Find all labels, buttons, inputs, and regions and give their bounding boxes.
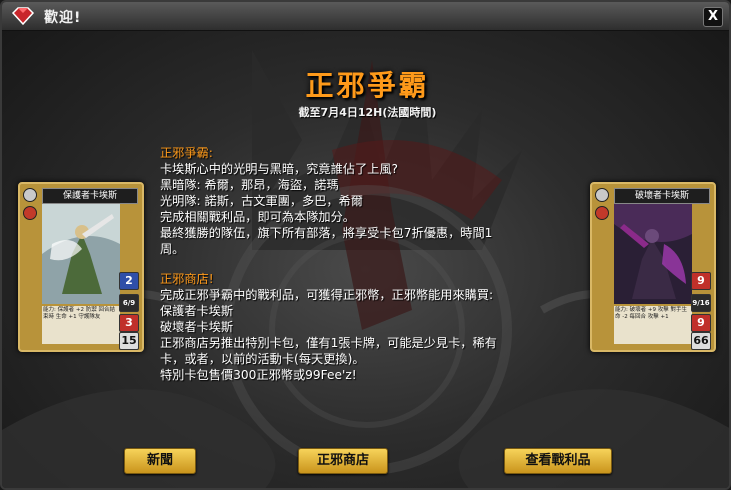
close-button[interactable]: X [703,7,723,27]
card-description: 能力: 保護者 +2 防禦 回合結束時 生命 +1 守護隊友 [42,306,120,344]
section-heading-battle: 正邪爭霸: [160,146,213,160]
card-stat: 9 [691,314,711,332]
card-name: 破壞者卡埃斯 [614,188,710,204]
text-line: 卡埃斯心中的光明与黑暗，究竟誰佔了上風? [160,162,399,176]
card-damage: 9/16 [691,294,711,312]
text-line: 破壞者卡埃斯 [160,320,234,334]
text-line: 特別卡包售價300正邪幣或99Fee'z! [160,368,357,382]
event-deadline: 截至7月4日12H(法國時間) [298,106,437,119]
card-level: 15 [119,332,139,350]
card-damage: 6/9 [119,294,139,312]
section-heading-shop: 正邪商店! [160,272,214,286]
text-line: 正邪商店另推出特別卡包，僅有1張卡牌，可能是少見卡，稀有 [160,336,497,350]
event-description: 正邪爭霸: 卡埃斯心中的光明与黑暗，究竟誰佔了上風? 黑暗隊: 希爾，那昂，海盜… [160,145,580,383]
text-line: 保護者卡埃斯 [160,304,234,318]
card-level: 66 [691,332,711,350]
text-line: 完成正邪爭霸中的戰利品，可獲得正邪幣，正邪幣能用來購買: [160,288,494,302]
event-title: 正邪爭霸 [305,69,430,102]
card-artwork [614,204,692,304]
title-bar: 歡迎! X [2,2,729,31]
welcome-dialog: 歡迎! X 正邪爭霸 截至7月4日12H(法國時間) 正邪爭霸: 卡埃斯心中的光… [0,0,731,490]
card-artwork [42,204,120,304]
text-line: 卡，或者，以前的活動卡(每天更換)。 [160,352,365,366]
card-power: 2 [119,272,139,290]
window-title: 歡迎! [44,10,82,26]
clan-icon [595,188,609,202]
shop-button[interactable]: 正邪商店 [298,448,388,474]
gem-icon [11,7,35,26]
text-line: 光明隊: 諾斯，古文軍團，多巴，希爾 [160,194,363,208]
card-stat: 3 [119,314,139,332]
card-name: 保護者卡埃斯 [42,188,138,204]
text-line: 周。 [160,242,185,256]
ability-icon [595,206,609,220]
card-power: 9 [691,272,711,290]
ability-icon [23,206,37,220]
text-line: 黑暗隊: 希爾，那昂，海盜，諾瑪 [160,178,339,192]
text-line: 最終獲勝的隊伍，旗下所有部落，將享受卡包7折優惠，時間1 [160,226,493,240]
view-loot-button[interactable]: 查看戰利品 [504,448,612,474]
clan-icon [23,188,37,202]
text-line: 完成相關戰利品，即可為本隊加分。 [160,210,355,224]
card-description: 能力: 破壞者 +9 攻擊 對手生命 -2 每回合 攻擊 +1 [614,306,692,344]
news-button[interactable]: 新聞 [124,448,196,474]
card-protector[interactable]: 保護者卡埃斯 能力: 保護者 +2 防禦 回合結束時 生命 +1 守護隊友 2 … [18,182,144,352]
card-destroyer[interactable]: 破壞者卡埃斯 能力: 破壞者 +9 攻擊 對手生命 -2 每回合 攻擊 +1 9… [590,182,716,352]
